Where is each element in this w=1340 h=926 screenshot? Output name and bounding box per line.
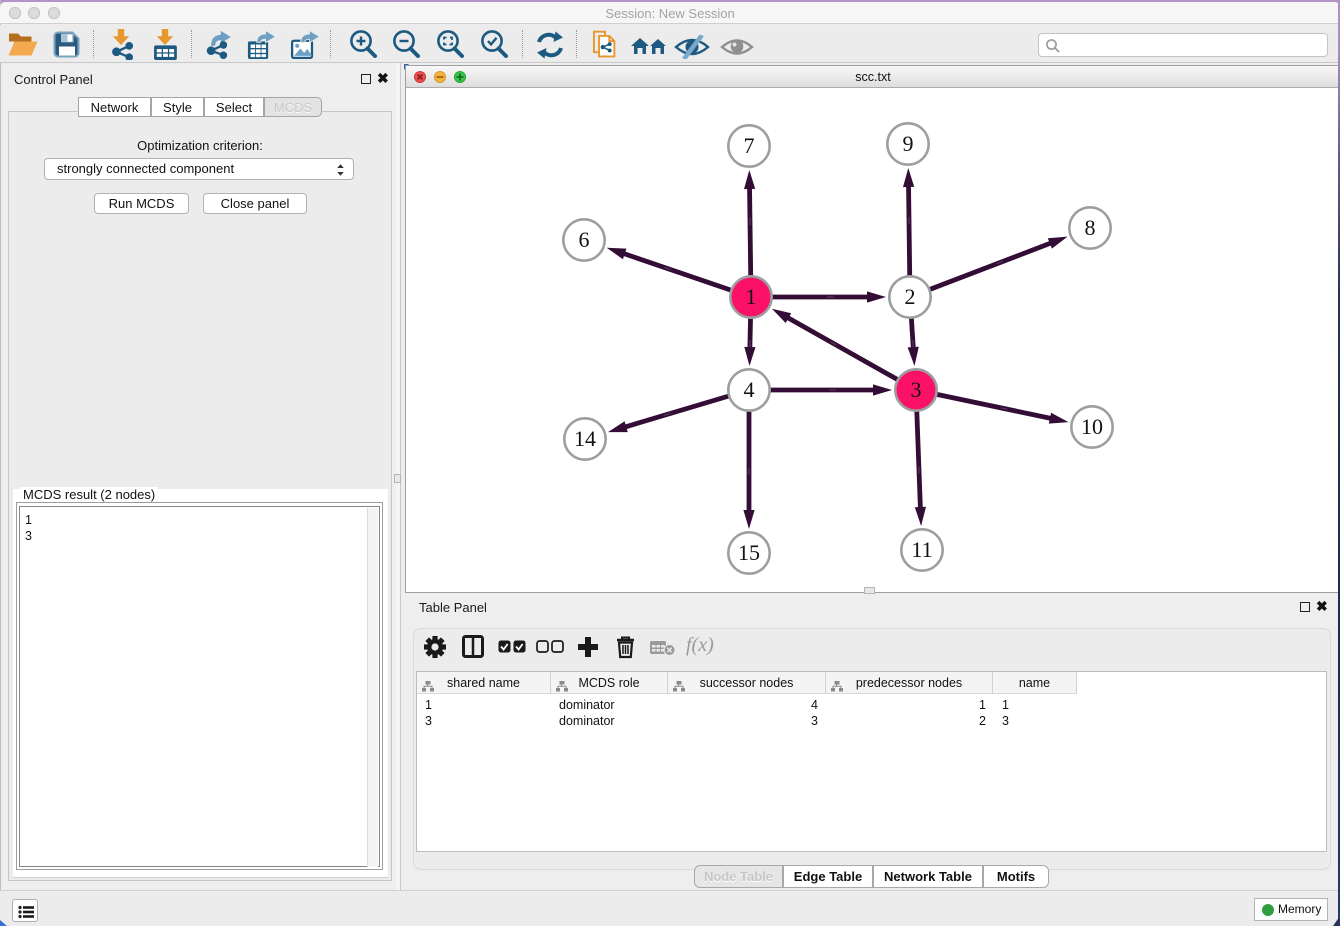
svg-text:2: 2: [905, 284, 916, 309]
svg-text:10: 10: [1081, 414, 1103, 439]
svg-text:9: 9: [903, 131, 914, 156]
svg-text:6: 6: [579, 227, 590, 252]
svg-text:15: 15: [738, 540, 760, 565]
svg-text:11: 11: [911, 537, 932, 562]
svg-text:7: 7: [744, 133, 755, 158]
svg-text:14: 14: [574, 426, 596, 451]
svg-text:8: 8: [1085, 215, 1096, 240]
svg-text:1: 1: [746, 284, 757, 309]
svg-text:3: 3: [911, 377, 922, 402]
svg-text:4: 4: [744, 377, 755, 402]
